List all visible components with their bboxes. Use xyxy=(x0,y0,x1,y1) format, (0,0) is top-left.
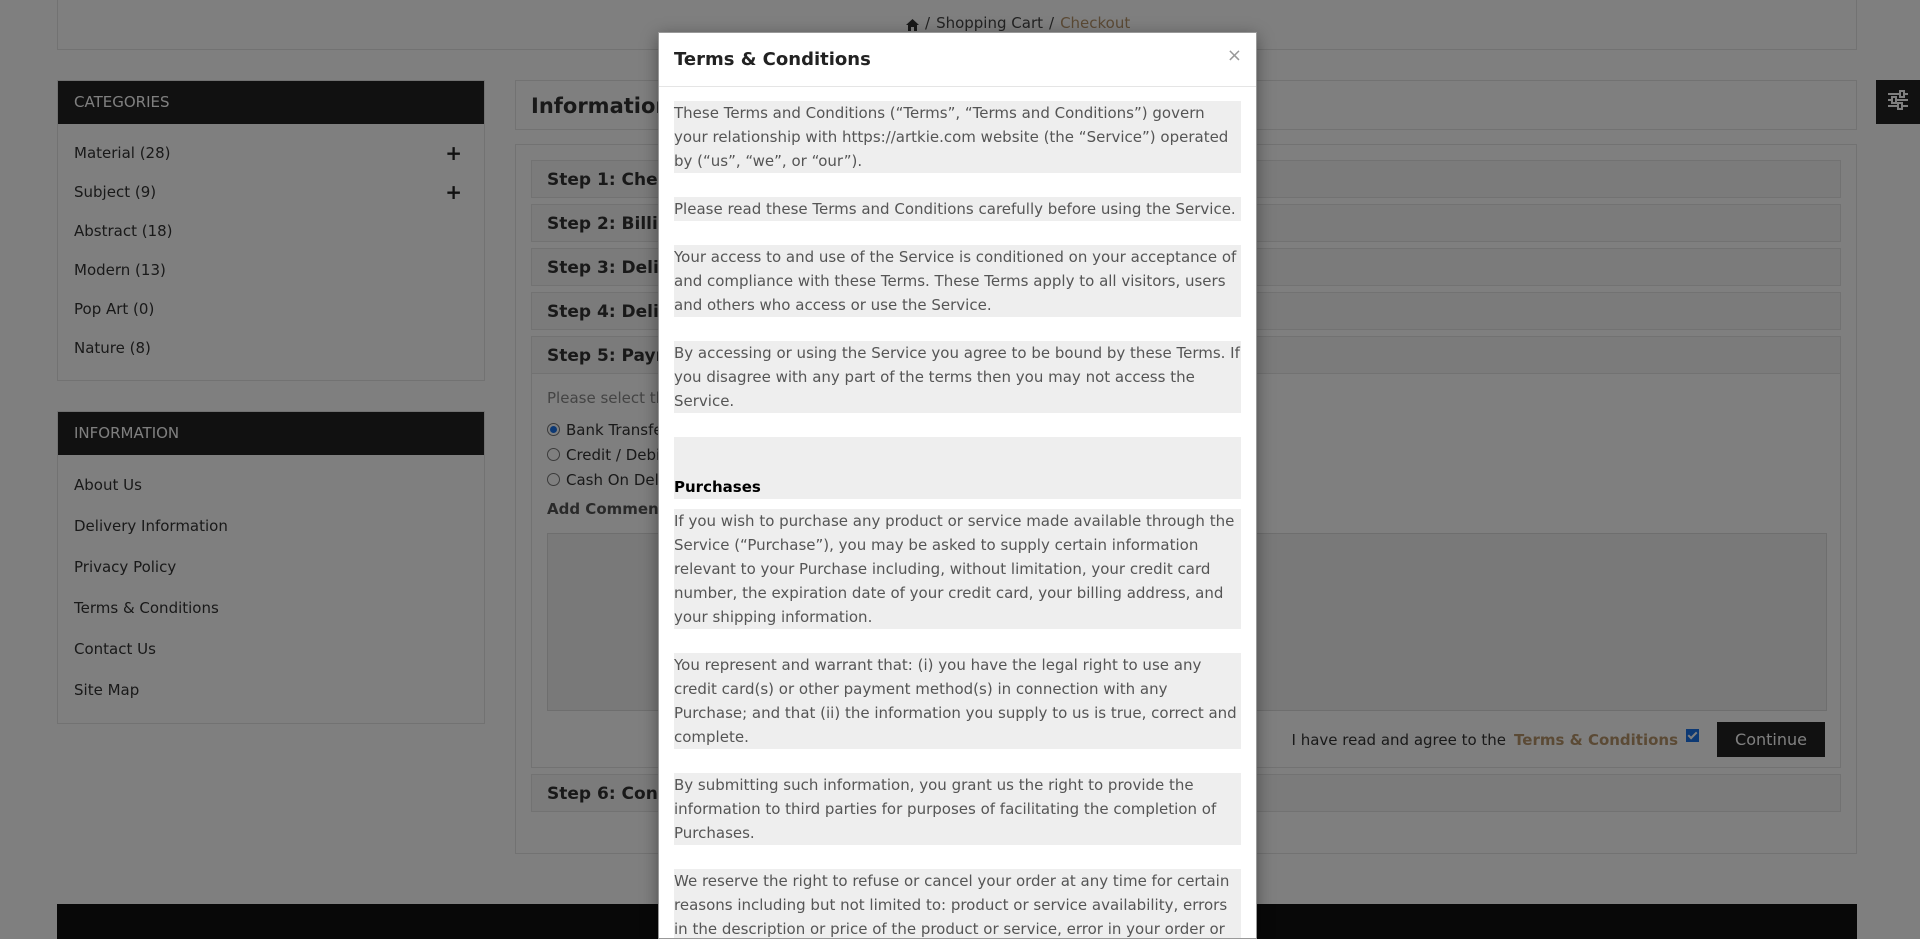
terms-paragraph: We reserve the right to refuse or cancel… xyxy=(674,869,1241,938)
modal-title: Terms & Conditions xyxy=(674,49,871,70)
terms-paragraph: Your access to and use of the Service is… xyxy=(674,245,1241,317)
terms-paragraph: By submitting such information, you gran… xyxy=(674,773,1241,845)
terms-paragraph: If you wish to purchase any product or s… xyxy=(674,509,1241,629)
modal-header: Terms & Conditions × xyxy=(659,33,1256,87)
terms-paragraph: By accessing or using the Service you ag… xyxy=(674,341,1241,413)
terms-paragraph: You represent and warrant that: (i) you … xyxy=(674,653,1241,749)
terms-modal: Terms & Conditions × These Terms and Con… xyxy=(658,32,1257,939)
purchases-heading: Purchases xyxy=(674,475,1241,499)
terms-paragraph: These Terms and Conditions (“Terms”, “Te… xyxy=(674,101,1241,173)
close-icon[interactable]: × xyxy=(1227,45,1242,66)
modal-body: These Terms and Conditions (“Terms”, “Te… xyxy=(659,87,1256,938)
terms-spacer xyxy=(674,437,1241,475)
terms-paragraph: Please read these Terms and Conditions c… xyxy=(674,197,1241,221)
